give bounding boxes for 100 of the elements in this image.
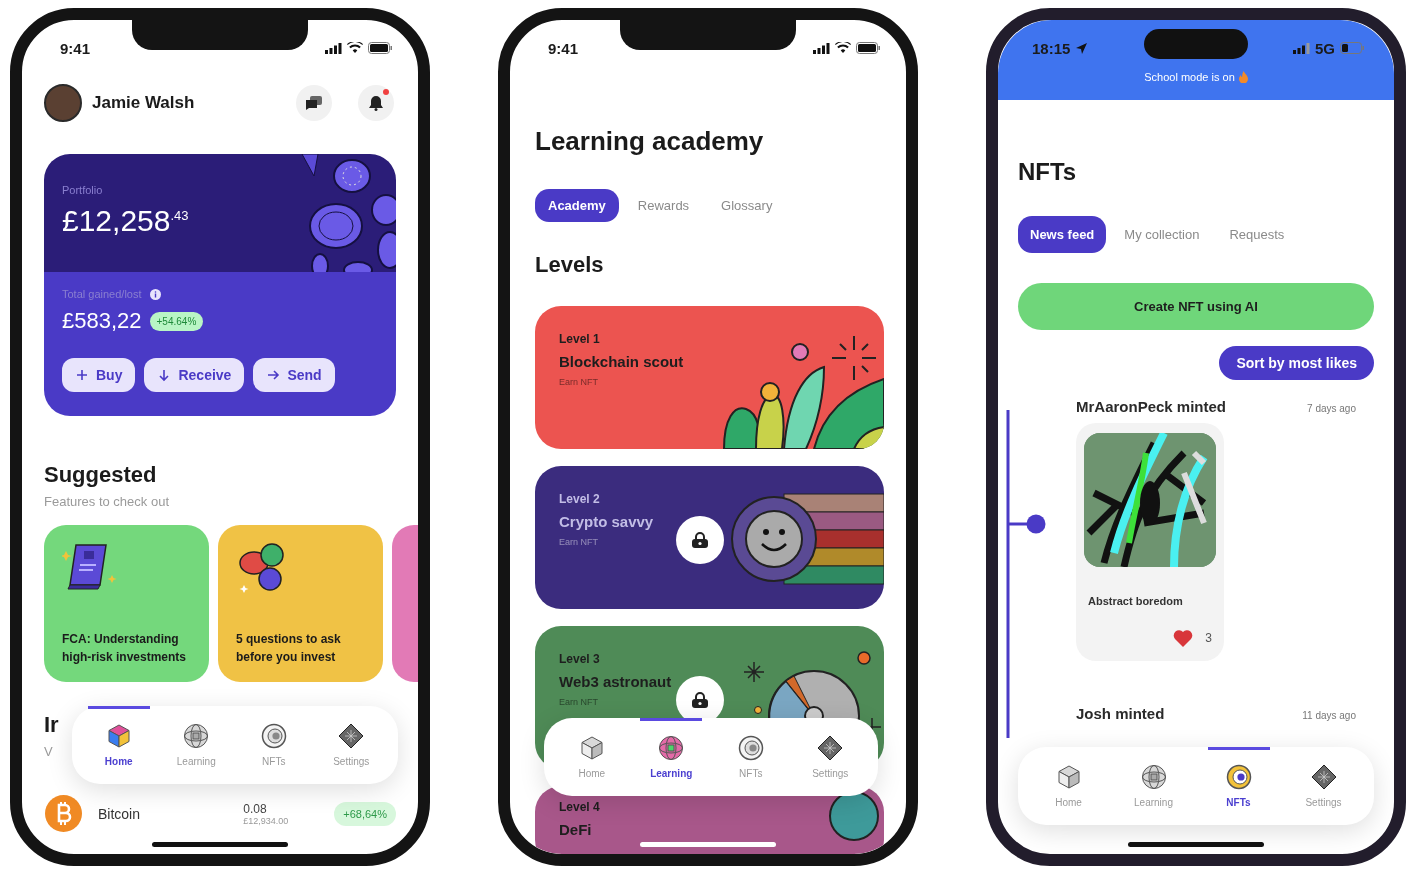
diamond-icon: [338, 723, 365, 749]
level-title: Blockchain scout: [559, 353, 685, 370]
nav-tab[interactable]: Home: [1037, 747, 1100, 825]
change-badge: +54.64%: [149, 311, 204, 331]
diamond-icon: [817, 735, 844, 761]
info-icon[interactable]: [149, 288, 161, 300]
level-title: Crypto savvy: [559, 513, 655, 530]
asset-amount: 0.08: [243, 801, 268, 816]
nav-tab[interactable]: NFTs: [1207, 747, 1270, 825]
nav-tab[interactable]: Learning: [640, 718, 703, 796]
nav-tab[interactable]: Home: [87, 706, 150, 784]
arrow-right-icon: [266, 368, 281, 382]
asset-value: £12,934.00: [243, 815, 289, 826]
level-card[interactable]: Level 1 Blockchain scout Earn NFT: [535, 306, 884, 449]
battery-icon: [856, 42, 880, 54]
ring-icon: [260, 723, 287, 749]
signal-icon: [1293, 42, 1310, 54]
level-reward: Earn NFT: [559, 377, 599, 387]
level-reward: Earn NFT: [559, 697, 599, 707]
cube-icon: [105, 723, 132, 749]
level-card[interactable]: Level 2 Crypto savvy Earn NFT: [535, 466, 884, 609]
cube-icon: [578, 735, 605, 761]
level-title: DeFi: [559, 821, 593, 838]
banner-text: School mode is on: [1144, 71, 1235, 83]
level-number: Level 1: [559, 332, 601, 346]
nav-tab[interactable]: Learning: [165, 706, 228, 784]
wifi-icon: [835, 42, 851, 54]
nav-tab[interactable]: NFTs: [242, 706, 305, 784]
heart-icon[interactable]: [1173, 629, 1194, 647]
feature-card[interactable]: 5 questions to ask before you invest: [218, 525, 383, 682]
action-button[interactable]: Send: [253, 358, 335, 392]
tab[interactable]: News feed: [1018, 216, 1107, 253]
globe-icon: [658, 735, 685, 761]
bell-icon: [368, 95, 384, 111]
book-drawing: [62, 541, 118, 591]
network-label: 5G: [1315, 39, 1335, 57]
portfolio-amount: £12,258$^{.43}$: [62, 204, 189, 238]
section-title: Ir: [44, 712, 59, 738]
user-name: Jamie Walsh: [92, 93, 196, 113]
nav-tab[interactable]: Settings: [320, 706, 383, 784]
plus-icon: [75, 368, 89, 382]
tab[interactable]: My collection: [1112, 216, 1212, 253]
battery-icon: [368, 42, 392, 54]
tab[interactable]: Academy: [535, 189, 619, 222]
feature-card[interactable]: FCA: Understanding high-risk investments: [44, 525, 209, 682]
status-time: 9:41: [60, 39, 91, 57]
nft-name: Abstract boredom: [1088, 595, 1184, 607]
nav-tab[interactable]: Learning: [1122, 747, 1185, 825]
card-title: 5 questions to ask before you invest: [236, 631, 342, 666]
create-button[interactable]: Create NFT using AI: [1018, 283, 1374, 330]
post-title: Josh minted: [1076, 705, 1165, 722]
diamond-icon: [1310, 764, 1337, 790]
asset-name: Bitcoin: [98, 805, 142, 822]
post-title: MrAaronPeck minted: [1076, 398, 1227, 415]
notification-button[interactable]: [358, 85, 394, 121]
arrow-down-icon: [157, 368, 172, 382]
tab[interactable]: Rewards: [624, 189, 703, 222]
tab[interactable]: Glossary: [708, 189, 786, 222]
sort-button[interactable]: Sort by most likes: [1219, 346, 1374, 380]
signal-icon: [325, 42, 342, 54]
globe-icon: [1140, 764, 1167, 790]
tab[interactable]: Requests: [1217, 216, 1297, 253]
globe-icon: [183, 723, 210, 749]
avatar[interactable]: [44, 84, 82, 122]
action-button[interactable]: Receive: [144, 358, 245, 392]
portfolio-label: Portfolio: [62, 184, 104, 196]
like-count: 3: [1205, 631, 1212, 645]
page-title: NFTs: [1017, 158, 1078, 186]
action-button[interactable]: Buy: [62, 358, 136, 392]
section-subtitle: V: [44, 744, 53, 759]
status-time: 18:15: [1032, 39, 1071, 57]
post-time: 7 days ago: [1307, 403, 1356, 414]
gain-label: Total gained/lost: [62, 288, 142, 300]
change-badge: +68,64%: [334, 801, 396, 826]
section-title: Levels: [534, 252, 605, 278]
ring-icon: [737, 735, 764, 761]
chat-icon: [305, 95, 323, 111]
level-number: Level 4: [559, 800, 601, 814]
ring-icon: [1225, 764, 1252, 790]
level-number: Level 3: [559, 652, 601, 666]
padlock-icon: [691, 532, 709, 548]
level-reward: Earn NFT: [559, 537, 599, 547]
flame-icon: [1238, 71, 1248, 83]
card-title: FCA: Understanding high-risk investments: [62, 631, 188, 666]
coin-icon: [45, 795, 82, 832]
post-time: 11 days ago: [1302, 710, 1356, 721]
section-subtitle: Features to check out: [44, 494, 169, 509]
nft-card[interactable]: Abstract boredom 3: [1076, 423, 1224, 661]
wifi-icon: [347, 42, 363, 54]
page-title: Learning academy: [534, 126, 765, 157]
padlock-icon: [691, 692, 709, 708]
level-title: Web3 astronaut: [559, 673, 673, 690]
section-title: Suggested: [44, 462, 157, 488]
signal-icon: [813, 42, 830, 54]
cube-icon: [1055, 764, 1082, 790]
gain-amount: £583,22: [62, 308, 142, 334]
status-time: 9:41: [548, 39, 579, 57]
battery-icon: [1340, 42, 1364, 54]
nav-tab[interactable]: Settings: [1292, 747, 1355, 825]
chat-button[interactable]: [296, 85, 332, 121]
